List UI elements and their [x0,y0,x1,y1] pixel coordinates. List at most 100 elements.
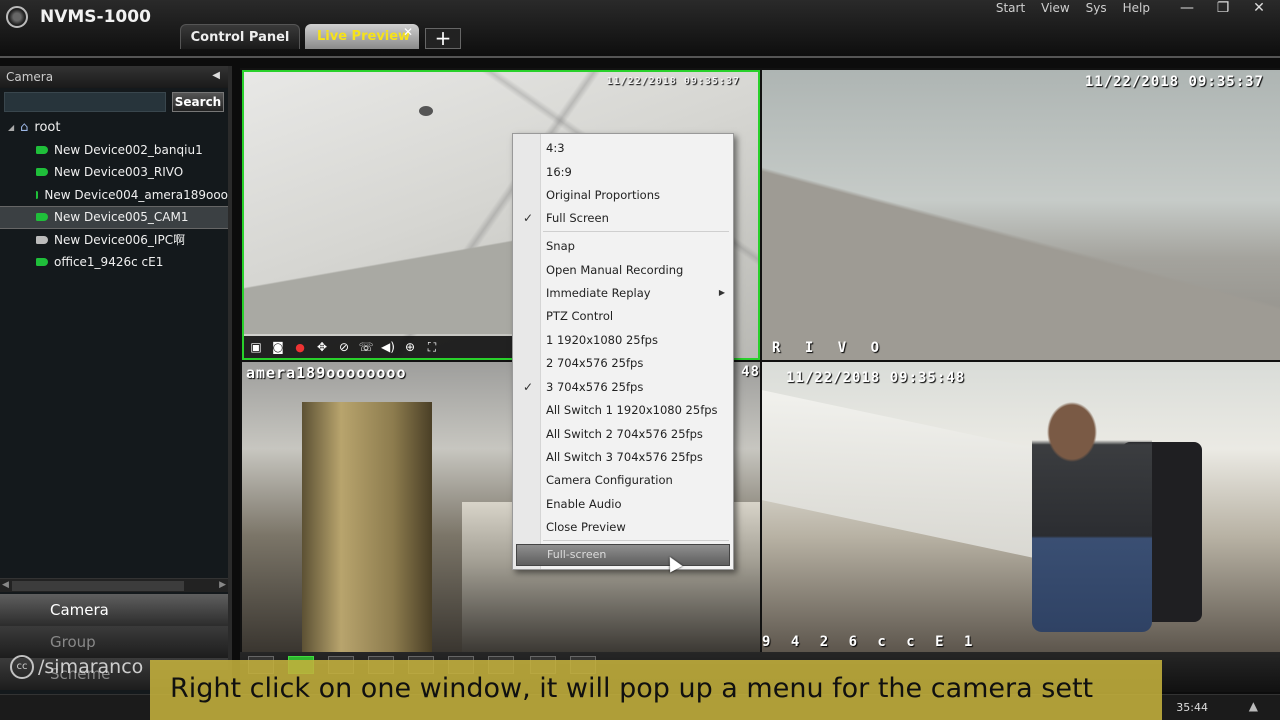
video-frame-table [762,390,1062,564]
menu-item-16-9[interactable]: 16:9 [513,161,733,183]
live-preview-grid: 11/22/2018 09:35:37 ▣ ◙ ● ✥ ⊘ ☏ ◀) ⊕ ⛶ 1… [240,68,1280,652]
menu-item-snap[interactable]: Snap [513,235,733,257]
menu-item-stream-1[interactable]: 1 1920x1080 25fps [513,329,733,351]
video-tile-4[interactable]: 11/22/2018 09:35:48 9 4 2 6 c c E 1 [762,362,1280,652]
menu-item-original-proportions[interactable]: Original Proportions [513,184,733,206]
ptz-icon[interactable]: ✥ [314,340,330,354]
tree-device-item[interactable]: New Device002_banqiu1 [0,139,228,162]
search-input[interactable] [4,92,166,112]
sidebar-header: Camera ◀ [0,66,228,88]
menu-help[interactable]: Help [1123,1,1150,15]
menu-item-full-screen[interactable]: ✓ Full Screen [513,207,733,229]
zoom-in-icon[interactable]: ⊕ [402,340,418,354]
device-sidebar: Camera ◀ Search ◢ ⌂ root New Device002_b… [0,66,232,720]
menu-item-ptz-control[interactable]: PTZ Control [513,305,733,327]
video-frame-wall [244,219,553,334]
device-label: New Device005_CAM1 [54,210,189,225]
menu-item-close-preview[interactable]: Close Preview [513,516,733,538]
camera-context-menu: 4:3 16:9 Original Proportions ✓ Full Scre… [512,133,734,570]
menu-separator [543,540,729,541]
tile-toolbar: ▣ ◙ ● ✥ ⊘ ☏ ◀) ⊕ ⛶ [244,336,512,358]
close-icon[interactable]: ✕ [1252,0,1266,16]
tile-camera-name: R I V O [772,340,888,356]
window-controls: — ❐ ✕ [1180,0,1266,16]
camera-online-icon [36,190,39,199]
tree-device-item[interactable]: New Device004_amera189ooo [0,184,228,207]
camera-online-icon [36,258,48,267]
tile-timestamp: 11/22/2018 09:35:48 [786,370,966,386]
tile-timestamp: 11/22/2018 09:35:37 [606,76,740,87]
menu-view[interactable]: View [1041,1,1069,15]
record-icon[interactable]: ● [292,340,308,354]
expand-arrow-icon[interactable]: ◢ [8,123,14,132]
menu-start[interactable]: Start [996,1,1025,15]
restore-icon[interactable]: ❐ [1216,0,1230,16]
tree-root-label: root [34,119,61,135]
video-frame-person [1032,392,1152,632]
expand-up-icon[interactable]: ▲ [1249,699,1258,713]
video-frame [762,70,1280,360]
tab-label: Control Panel [190,29,290,45]
device-tree: ◢ ⌂ root New Device002_banqiu1 New Devic… [0,116,228,274]
tutorial-caption: Right click on one window, it will pop u… [150,660,1162,720]
video-tile-2[interactable]: 11/22/2018 09:35:37 R I V O [762,70,1280,360]
ceiling-sensor [419,106,433,116]
panel-camera[interactable]: Camera [0,594,228,626]
tile-camera-name: amera189oooooooo [246,364,407,382]
menu-item-immediate-replay[interactable]: Immediate Replay ▶ [513,282,733,304]
menu-item-all-switch-2[interactable]: All Switch 2 704x576 25fps [513,423,733,445]
tree-device-item[interactable]: New Device006_IPC啊 [0,229,228,252]
talk-icon[interactable]: ☏ [358,340,374,354]
submenu-arrow-icon: ▶ [718,288,725,297]
sidebar-horizontal-scrollbar[interactable]: ◀ ▶ [0,578,228,592]
title-bar: NVMS-1000 Start View Sys Help — ❐ ✕ Cont… [0,0,1280,58]
device-label: New Device004_amera189ooo [44,187,228,202]
search-button[interactable]: Search [172,92,224,112]
menu-item-open-manual-recording[interactable]: Open Manual Recording [513,259,733,281]
audio-icon[interactable]: ◀) [380,340,396,354]
scroll-right-icon[interactable]: ▶ [219,580,226,590]
search-row: Search [0,88,228,116]
zoom-ring-icon[interactable]: ⊘ [336,340,352,354]
menu-item-camera-configuration[interactable]: Camera Configuration [513,469,733,491]
tab-control-panel[interactable]: Control Panel [180,24,300,49]
camera-icon[interactable]: ◙ [270,340,286,354]
panel-group[interactable]: Group [0,626,228,658]
camera-online-icon [36,168,48,177]
scroll-left-icon[interactable]: ◀ [2,580,9,590]
tab-close-icon[interactable]: ✕ [403,25,413,39]
fullscreen-icon[interactable]: ⛶ [424,340,440,354]
tree-root[interactable]: ◢ ⌂ root [0,116,228,139]
check-icon: ✓ [523,211,534,225]
tile-timestamp: 11/22/2018 09:35:37 [1084,74,1264,90]
top-menu: Start View Sys Help [996,1,1150,15]
snapshot-icon[interactable]: ▣ [248,340,264,354]
app-logo-icon [6,6,28,28]
home-icon: ⌂ [20,119,29,135]
camera-online-icon [36,213,48,222]
tree-device-item-selected[interactable]: New Device005_CAM1 [0,206,228,229]
status-time: 35:44 [1176,701,1208,714]
menu-item-full-screen-highlighted[interactable]: Full-screen [516,544,730,566]
sidebar-title: Camera [6,70,54,84]
check-icon: ✓ [523,380,534,394]
scroll-thumb[interactable] [12,581,184,591]
creative-commons-icon: cc [10,655,34,679]
minimize-icon[interactable]: — [1180,0,1194,16]
tab-live-preview[interactable]: Live Preview ✕ [305,24,419,49]
menu-item-4-3[interactable]: 4:3 [513,137,733,159]
video-frame-cabinet [302,402,432,652]
menu-item-stream-3[interactable]: ✓ 3 704x576 25fps [513,376,733,398]
menu-sys[interactable]: Sys [1086,1,1107,15]
menu-item-stream-2[interactable]: 2 704x576 25fps [513,352,733,374]
tree-device-item[interactable]: New Device003_RIVO [0,161,228,184]
collapse-arrow-icon[interactable]: ◀ [212,70,220,81]
tree-device-item[interactable]: office1_9426c cE1 [0,251,228,274]
menu-item-all-switch-3[interactable]: All Switch 3 704x576 25fps [513,446,733,468]
device-label: New Device006_IPC啊 [54,233,186,248]
menu-item-enable-audio[interactable]: Enable Audio [513,493,733,515]
add-tab-button[interactable]: + [425,28,461,49]
camera-online-icon [36,145,48,154]
menu-item-all-switch-1[interactable]: All Switch 1 1920x1080 25fps [513,399,733,421]
tab-label: Live Preview [317,29,411,44]
